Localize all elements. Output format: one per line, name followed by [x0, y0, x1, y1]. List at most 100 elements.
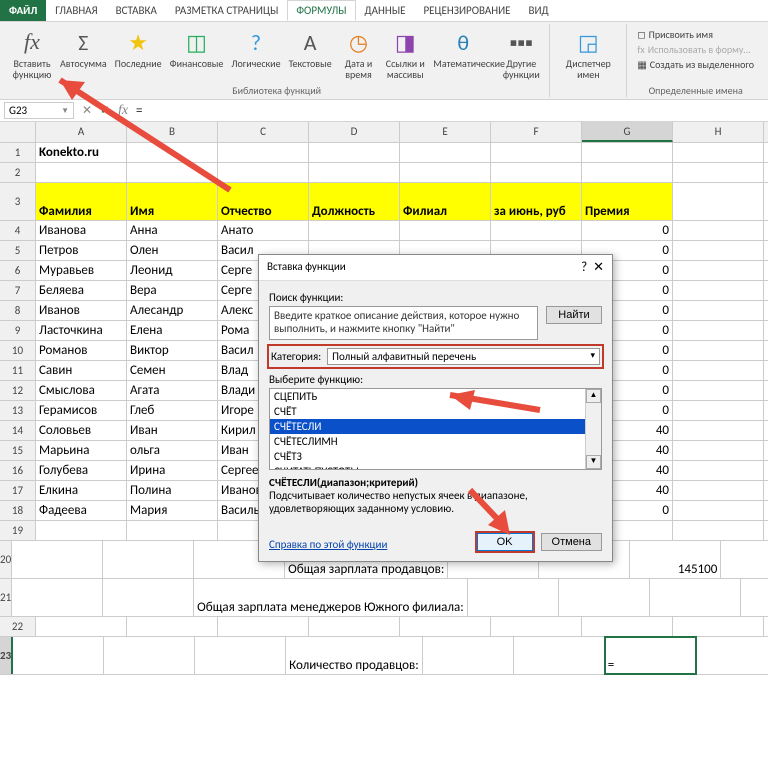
cancel-formula-button[interactable]: ✕: [78, 103, 96, 118]
math-button[interactable]: θ Математические: [429, 24, 497, 82]
cell[interactable]: [582, 143, 673, 162]
list-item[interactable]: СЧЁТЕСЛИМН: [270, 434, 601, 449]
cell[interactable]: [582, 163, 673, 182]
formula-input[interactable]: [132, 105, 768, 117]
cell[interactable]: Konekto.ru: [36, 143, 127, 162]
cell[interactable]: Фамилия: [36, 183, 127, 220]
category-select[interactable]: Полный алфавитный перечень ▾: [327, 348, 600, 365]
cell[interactable]: Количество продавцов:: [286, 637, 423, 674]
cell[interactable]: [673, 361, 764, 380]
define-name-button[interactable]: ◻Присвоить имя: [637, 28, 754, 41]
help-icon[interactable]: ?: [581, 260, 587, 275]
cell[interactable]: [514, 637, 605, 674]
cell[interactable]: Ласточкина: [36, 321, 127, 340]
cell[interactable]: [650, 579, 741, 616]
cell[interactable]: [673, 163, 764, 182]
cell[interactable]: Фадеева: [36, 501, 127, 520]
row-header[interactable]: 7: [0, 281, 36, 300]
name-box[interactable]: G23▼: [4, 102, 74, 119]
search-input[interactable]: Введите краткое описание действия, котор…: [269, 306, 538, 340]
cell[interactable]: Отчество: [218, 183, 309, 220]
cell[interactable]: Анато: [218, 221, 309, 240]
cell[interactable]: [673, 183, 764, 220]
col-header-h[interactable]: H: [673, 122, 764, 142]
row-header[interactable]: 10: [0, 341, 36, 360]
cell[interactable]: Иванова: [36, 221, 127, 240]
row-header[interactable]: 3: [0, 183, 36, 220]
cell[interactable]: [491, 163, 582, 182]
row-header[interactable]: 5: [0, 241, 36, 260]
create-from-selection-button[interactable]: ▦Создать из выделенного: [637, 58, 754, 71]
cell[interactable]: [103, 579, 194, 616]
cell[interactable]: [309, 163, 400, 182]
col-header-b[interactable]: B: [127, 122, 218, 142]
cell[interactable]: [673, 143, 764, 162]
financial-button[interactable]: ◫ Финансовые: [166, 24, 228, 82]
col-header-g[interactable]: G: [582, 122, 673, 142]
tab-formulas[interactable]: ФОРМУЛЫ: [287, 0, 355, 21]
cell[interactable]: Анна: [127, 221, 218, 240]
text-button[interactable]: A Текстовые: [285, 24, 336, 82]
row-header[interactable]: 1: [0, 143, 36, 162]
cell[interactable]: Виктор: [127, 341, 218, 360]
row-header[interactable]: 4: [0, 221, 36, 240]
cell[interactable]: Беляева: [36, 281, 127, 300]
cell[interactable]: Елена: [127, 321, 218, 340]
list-item[interactable]: СЧЁТ: [270, 404, 601, 419]
logical-button[interactable]: ? Логические: [227, 24, 284, 82]
cell[interactable]: [673, 461, 764, 480]
cell[interactable]: [36, 617, 127, 636]
row-header[interactable]: 12: [0, 381, 36, 400]
cell[interactable]: [673, 441, 764, 460]
cell[interactable]: Соловьев: [36, 421, 127, 440]
cell[interactable]: Имя: [127, 183, 218, 220]
col-header-f[interactable]: F: [491, 122, 582, 142]
col-header-c[interactable]: C: [218, 122, 309, 142]
cell[interactable]: [309, 617, 400, 636]
cell[interactable]: Леонид: [127, 261, 218, 280]
cell[interactable]: [127, 143, 218, 162]
cell[interactable]: [491, 143, 582, 162]
cell[interactable]: 61400: [741, 579, 768, 616]
row-header[interactable]: 21: [0, 579, 12, 616]
cell[interactable]: Полина: [127, 481, 218, 500]
cell[interactable]: [195, 637, 286, 674]
list-item[interactable]: СЧЁТЕСЛИ: [270, 419, 601, 434]
cell[interactable]: Муравьев: [36, 261, 127, 280]
cell[interactable]: 0: [582, 221, 673, 240]
list-item[interactable]: СЧИТАТЬПУСТОТЫ: [270, 464, 601, 470]
recent-button[interactable]: ★ Последние: [111, 24, 166, 82]
cell[interactable]: [127, 521, 218, 540]
row-header[interactable]: 8: [0, 301, 36, 320]
cell[interactable]: [673, 521, 764, 540]
row-header[interactable]: 18: [0, 501, 36, 520]
cell[interactable]: за июнь, руб: [491, 183, 582, 220]
cell[interactable]: Олен: [127, 241, 218, 260]
cell[interactable]: Мария: [127, 501, 218, 520]
cell[interactable]: [673, 221, 764, 240]
accept-formula-button[interactable]: ✓: [96, 103, 114, 118]
tab-insert[interactable]: ВСТАВКА: [107, 0, 166, 21]
cell[interactable]: Марьина: [36, 441, 127, 460]
cell[interactable]: [673, 481, 764, 500]
cell[interactable]: Смыслова: [36, 381, 127, 400]
lookup-button[interactable]: ◨ Ссылки и массивы: [381, 24, 429, 82]
datetime-button[interactable]: ◷ Дата и время: [336, 24, 382, 82]
cell[interactable]: [673, 301, 764, 320]
autosum-button[interactable]: Σ Автосумма: [56, 24, 111, 82]
row-header[interactable]: 13: [0, 401, 36, 420]
cell[interactable]: Герамисов: [36, 401, 127, 420]
cell[interactable]: [468, 579, 559, 616]
cell[interactable]: [218, 143, 309, 162]
tab-page-layout[interactable]: РАЗМЕТКА СТРАНИЦЫ: [166, 0, 288, 21]
cell[interactable]: Петров: [36, 241, 127, 260]
select-all-corner[interactable]: [0, 122, 36, 142]
cell[interactable]: Должность: [309, 183, 400, 220]
cell[interactable]: Иванов: [36, 301, 127, 320]
cell[interactable]: =: [605, 637, 696, 674]
tab-view[interactable]: ВИД: [520, 0, 558, 21]
cell[interactable]: Общая зарплата менеджеров Южного филиала…: [194, 579, 468, 616]
cell[interactable]: [13, 637, 104, 674]
row-header[interactable]: 17: [0, 481, 36, 500]
cell[interactable]: [721, 541, 768, 578]
